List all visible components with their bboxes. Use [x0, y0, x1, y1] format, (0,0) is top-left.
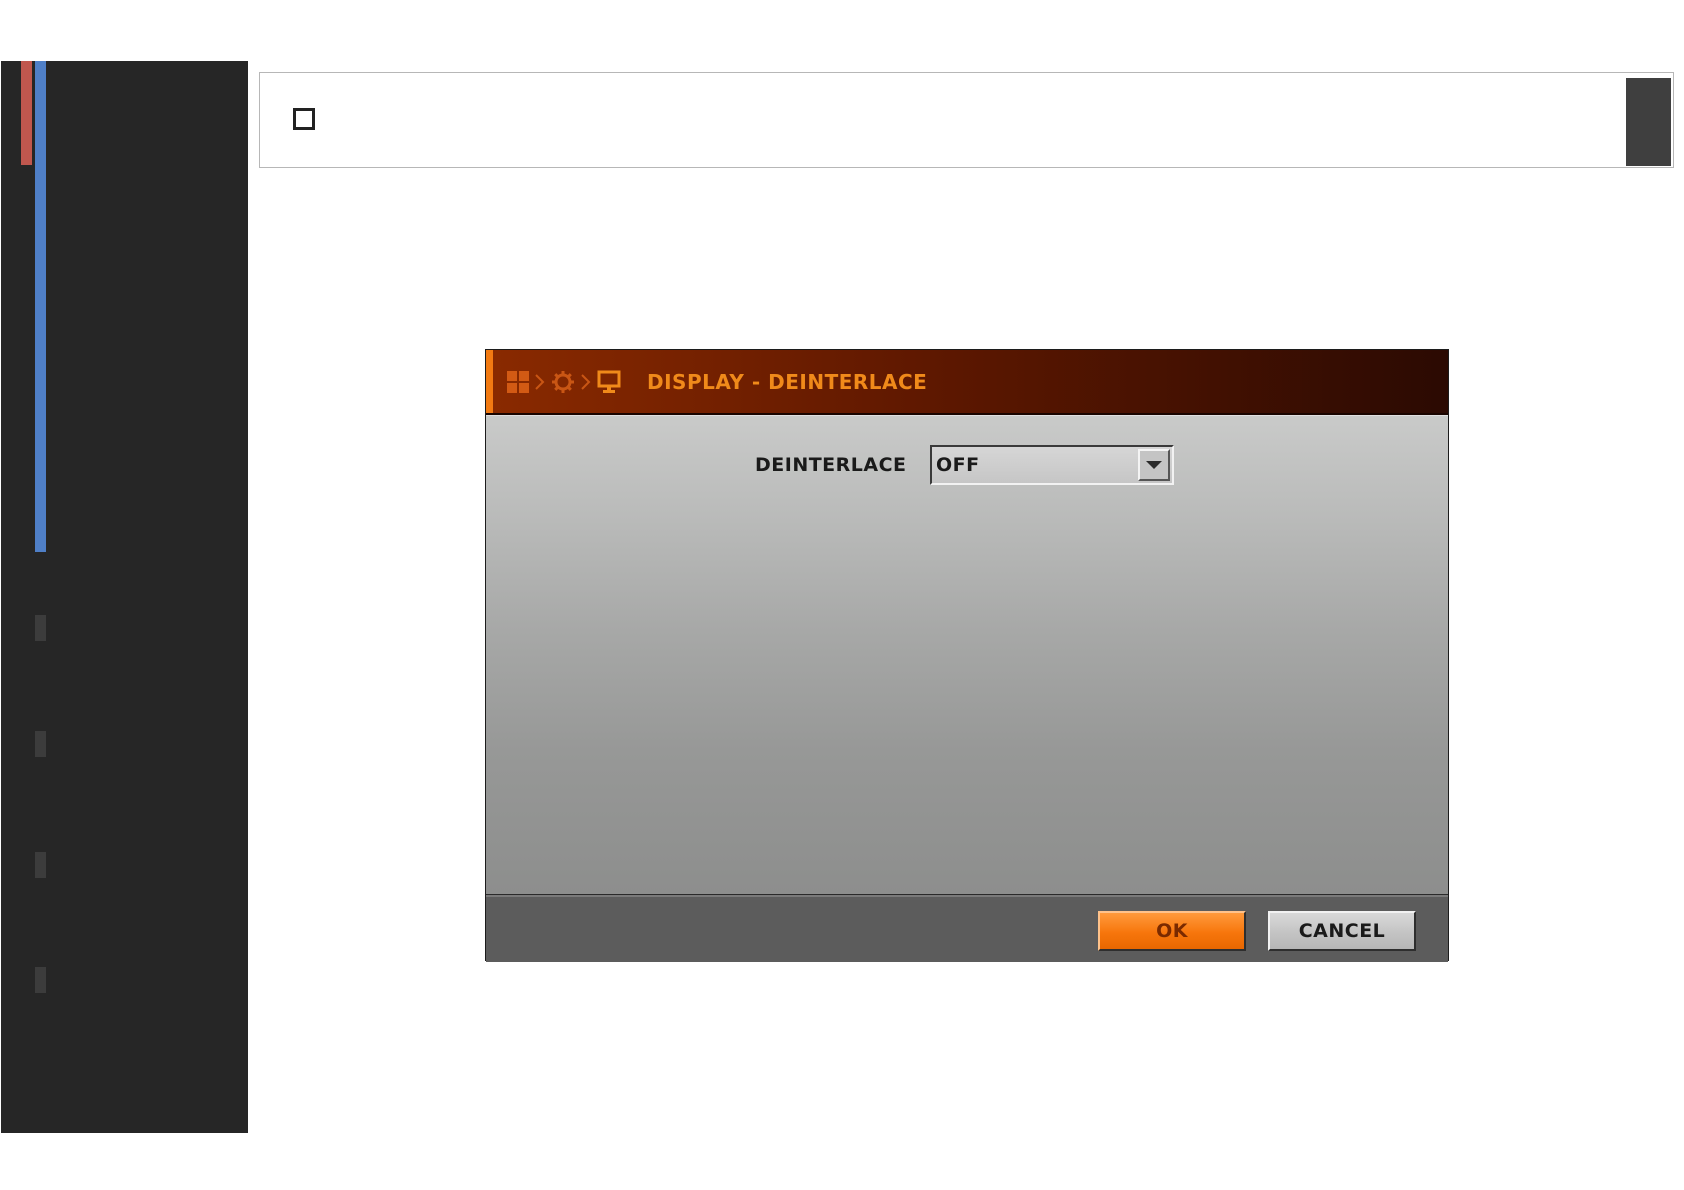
deinterlace-select[interactable]: OFF	[930, 445, 1174, 485]
sidebar-indicator-red	[21, 61, 32, 165]
deinterlace-label: DEINTERLACE	[755, 454, 907, 476]
cancel-button[interactable]: CANCEL	[1268, 911, 1416, 951]
header-accent	[486, 350, 493, 413]
sidebar-scroll-indicator[interactable]	[35, 61, 46, 552]
sidebar-marker[interactable]	[35, 731, 46, 757]
gear-icon	[551, 370, 575, 394]
grid-icon	[507, 371, 529, 393]
monitor-icon	[597, 370, 621, 394]
top-bar	[259, 72, 1674, 168]
breadcrumb	[507, 368, 621, 396]
deinterlace-select-value: OFF	[936, 454, 980, 476]
ok-button[interactable]: OK	[1098, 911, 1246, 951]
dropdown-arrow-button[interactable]	[1138, 449, 1170, 481]
sidebar	[1, 61, 248, 1133]
dialog-header: DISPLAY - DEINTERLACE	[486, 350, 1448, 415]
deinterlace-dialog: DISPLAY - DEINTERLACE DEINTERLACE OFF OK…	[485, 349, 1449, 962]
sidebar-marker[interactable]	[35, 615, 46, 641]
chevron-right-icon	[575, 371, 597, 393]
sidebar-marker[interactable]	[35, 967, 46, 993]
dialog-title: DISPLAY - DEINTERLACE	[647, 370, 928, 394]
select-checkbox[interactable]	[293, 108, 315, 130]
chevron-down-icon	[1146, 461, 1162, 469]
sidebar-marker[interactable]	[35, 852, 46, 878]
dialog-body: DEINTERLACE OFF	[486, 415, 1448, 894]
dialog-footer: OK CANCEL	[486, 895, 1448, 962]
chevron-right-icon	[529, 371, 551, 393]
scrollbar-thumb[interactable]	[1626, 78, 1671, 166]
